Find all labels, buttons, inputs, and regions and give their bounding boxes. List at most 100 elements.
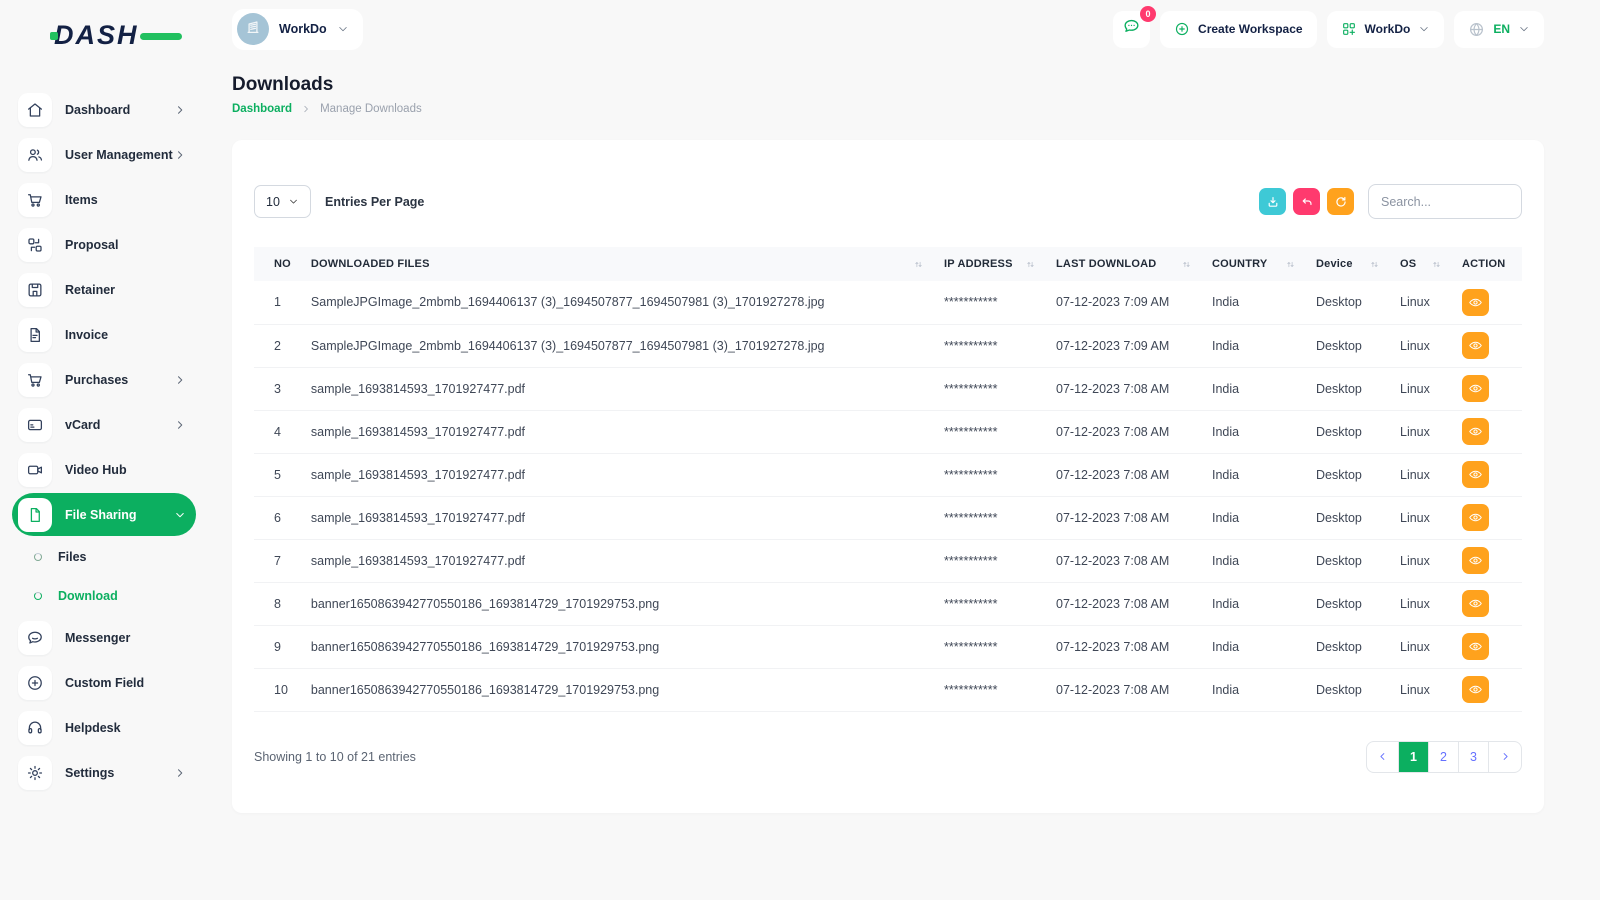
sort-icon[interactable]	[1025, 259, 1036, 270]
view-download-button[interactable]	[1462, 375, 1489, 402]
refresh-button[interactable]	[1327, 188, 1354, 215]
device: Desktop	[1306, 367, 1390, 410]
chevron-down-icon	[174, 509, 186, 521]
sidebar-subitem-files[interactable]: Files	[12, 537, 196, 576]
pagination-page-3[interactable]: 3	[1459, 742, 1489, 772]
row-number: 2	[254, 324, 301, 367]
sidebar-item-user-management[interactable]: User Management	[12, 132, 196, 177]
search-input[interactable]	[1368, 184, 1522, 219]
pagination-page-2[interactable]: 2	[1429, 742, 1459, 772]
device: Desktop	[1306, 453, 1390, 496]
undo-button[interactable]	[1293, 188, 1320, 215]
column-header-device[interactable]: Device	[1306, 247, 1390, 281]
sidebar-subitem-download[interactable]: Download	[12, 576, 196, 615]
breadcrumb-current: Manage Downloads	[320, 103, 422, 115]
sidebar-item-vcard[interactable]: vCard	[12, 402, 196, 447]
chat-dots-icon	[1122, 17, 1141, 41]
table-row: 5sample_1693814593_1701927477.pdf*******…	[254, 453, 1522, 496]
action-cell	[1452, 668, 1522, 711]
chevron-right-icon	[1500, 751, 1511, 762]
action-cell	[1452, 453, 1522, 496]
sidebar-item-file-sharing[interactable]: File Sharing	[12, 493, 196, 536]
download-icon	[1266, 195, 1280, 209]
view-download-button[interactable]	[1462, 590, 1489, 617]
view-download-button[interactable]	[1462, 504, 1489, 531]
pagination-prev-button[interactable]	[1367, 742, 1399, 772]
breadcrumb: Dashboard Manage Downloads	[232, 103, 1544, 115]
table-head: NODOWNLOADED FILESIP ADDRESSLAST DOWNLOA…	[254, 247, 1522, 281]
action-cell	[1452, 281, 1522, 324]
view-download-button[interactable]	[1462, 332, 1489, 359]
refresh-icon	[1334, 195, 1348, 209]
sidebar-item-label: Messenger	[65, 631, 186, 645]
view-download-button[interactable]	[1462, 633, 1489, 660]
view-download-button[interactable]	[1462, 547, 1489, 574]
sort-icon[interactable]	[1285, 259, 1296, 270]
column-header-os[interactable]: OS	[1390, 247, 1452, 281]
country: India	[1202, 453, 1306, 496]
view-download-button[interactable]	[1462, 418, 1489, 445]
sidebar-item-dashboard[interactable]: Dashboard	[12, 87, 196, 132]
column-header-ip-address[interactable]: IP ADDRESS	[934, 247, 1046, 281]
create-workspace-button[interactable]: Create Workspace	[1160, 11, 1317, 48]
sidebar-item-items[interactable]: Items	[12, 177, 196, 222]
column-header-downloaded-files[interactable]: DOWNLOADED FILES	[301, 247, 934, 281]
device: Desktop	[1306, 625, 1390, 668]
ip-address: ***********	[934, 668, 1046, 711]
entries-per-page-select[interactable]: 10	[254, 185, 311, 218]
control-buttons	[1252, 188, 1354, 215]
sidebar-item-messenger[interactable]: Messenger	[12, 615, 196, 660]
column-header-last-download[interactable]: LAST DOWNLOAD	[1046, 247, 1202, 281]
app-logo: DASH	[54, 20, 164, 51]
logo-dot	[50, 32, 58, 40]
downloaded-file-name: SampleJPGImage_2mbmb_1694406137 (3)_1694…	[301, 324, 934, 367]
workspace-selector[interactable]: WorkDo	[232, 9, 363, 50]
table-row: 9banner1650863942770550186_1693814729_17…	[254, 625, 1522, 668]
country: India	[1202, 539, 1306, 582]
eye-icon	[1468, 338, 1483, 353]
sidebar-item-helpdesk[interactable]: Helpdesk	[12, 705, 196, 750]
messages-button[interactable]: 0	[1113, 11, 1150, 48]
row-number: 10	[254, 668, 301, 711]
topbar-actions: 0 Create Workspace WorkDo EN	[1113, 11, 1544, 48]
eye-icon	[1468, 295, 1483, 310]
action-cell	[1452, 582, 1522, 625]
sidebar-item-custom-field[interactable]: Custom Field	[12, 660, 196, 705]
row-number: 5	[254, 453, 301, 496]
column-header-country[interactable]: COUNTRY	[1202, 247, 1306, 281]
device: Desktop	[1306, 668, 1390, 711]
last-download-time: 07-12-2023 7:09 AM	[1046, 281, 1202, 324]
sidebar-item-retainer[interactable]: Retainer	[12, 267, 196, 312]
column-header-action: ACTION	[1452, 247, 1522, 281]
view-download-button[interactable]	[1462, 676, 1489, 703]
sort-icon[interactable]	[1369, 259, 1380, 270]
sidebar-subitem-label: Files	[58, 550, 87, 564]
device: Desktop	[1306, 582, 1390, 625]
view-download-button[interactable]	[1462, 289, 1489, 316]
main-area: WorkDo 0 Create Workspace WorkDo	[208, 0, 1600, 900]
eye-icon	[1468, 510, 1483, 525]
ip-address: ***********	[934, 625, 1046, 668]
export-button[interactable]	[1259, 188, 1286, 215]
pagination-page-1[interactable]: 1	[1399, 742, 1429, 772]
view-download-button[interactable]	[1462, 461, 1489, 488]
sidebar-item-video-hub[interactable]: Video Hub	[12, 447, 196, 492]
sidebar-item-proposal[interactable]: Proposal	[12, 222, 196, 267]
pagination-next-button[interactable]	[1489, 742, 1521, 772]
sidebar-item-label: Proposal	[65, 238, 186, 252]
sort-icon[interactable]	[1181, 259, 1192, 270]
workspace-menu-button[interactable]: WorkDo	[1327, 11, 1445, 48]
language-selector[interactable]: EN	[1454, 11, 1544, 48]
sidebar-item-settings[interactable]: Settings	[12, 750, 196, 795]
breadcrumb-dashboard-link[interactable]: Dashboard	[232, 103, 292, 115]
save-icon	[18, 273, 52, 307]
sort-icon[interactable]	[913, 259, 924, 270]
downloaded-file-name: banner1650863942770550186_1693814729_170…	[301, 582, 934, 625]
sidebar-item-invoice[interactable]: Invoice	[12, 312, 196, 357]
os: Linux	[1390, 539, 1452, 582]
eye-icon	[1468, 553, 1483, 568]
last-download-time: 07-12-2023 7:08 AM	[1046, 539, 1202, 582]
sort-icon[interactable]	[1431, 259, 1442, 270]
chevron-right-icon	[301, 104, 311, 114]
sidebar-item-purchases[interactable]: Purchases	[12, 357, 196, 402]
